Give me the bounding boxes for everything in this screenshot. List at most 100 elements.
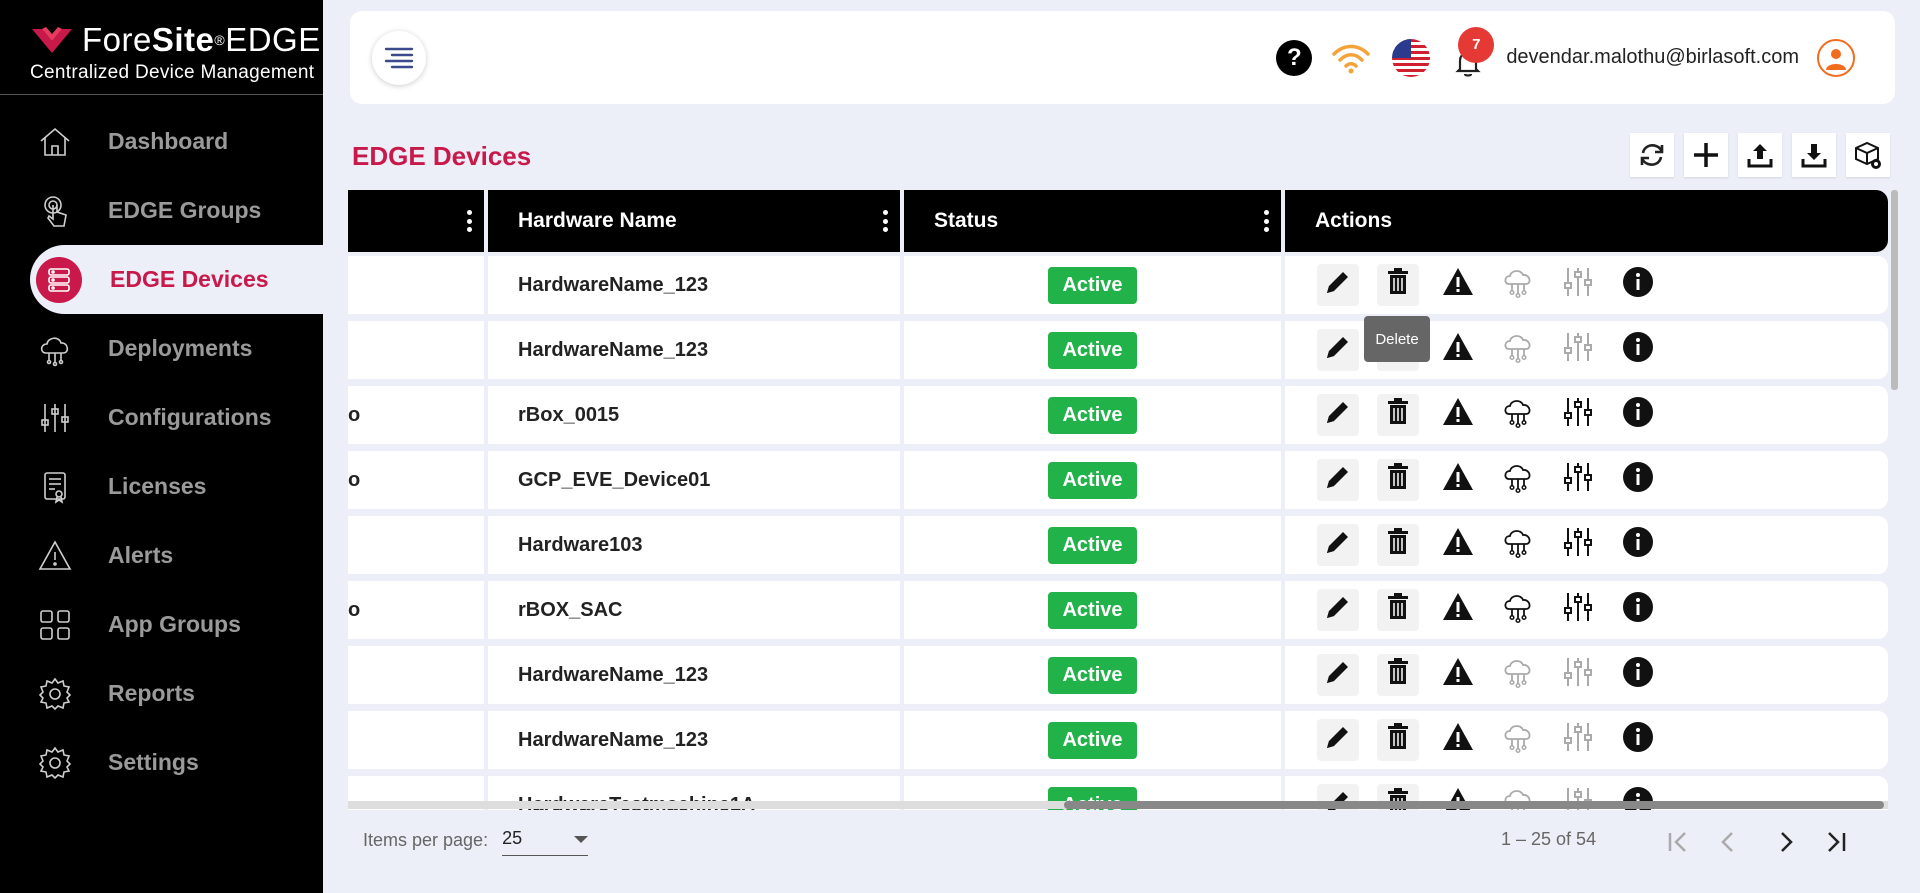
sidebar-item-configurations[interactable]: Configurations (0, 383, 323, 452)
sidebar-item-edge-groups[interactable]: EDGE Groups (0, 176, 323, 245)
delete-button[interactable] (1377, 719, 1419, 761)
sidebar-item-deployments[interactable]: Deployments (0, 314, 323, 383)
us-flag-icon[interactable] (1392, 38, 1431, 77)
table-row[interactable]: o GCP_EVE_Device01 Active (348, 451, 1888, 509)
delete-button[interactable] (1377, 459, 1419, 501)
user-email[interactable]: devendar.malothu@birlasoft.com (1506, 46, 1799, 69)
alerts-button[interactable] (1437, 654, 1479, 696)
deploy-button[interactable] (1497, 459, 1539, 501)
edit-button[interactable] (1317, 524, 1359, 566)
deploy-button[interactable] (1497, 589, 1539, 631)
alerts-button[interactable] (1437, 394, 1479, 436)
alerts-button[interactable] (1437, 264, 1479, 306)
info-button[interactable] (1617, 654, 1659, 696)
info-button[interactable] (1617, 394, 1659, 436)
alerts-button[interactable] (1437, 589, 1479, 631)
sidebar-item-alerts[interactable]: Alerts (0, 521, 323, 590)
edit-button[interactable] (1317, 719, 1359, 761)
delete-button[interactable] (1377, 654, 1419, 696)
help-icon[interactable]: ? (1276, 39, 1313, 76)
table-row[interactable]: Hardware103 Active (348, 516, 1888, 574)
deploy-button[interactable] (1497, 524, 1539, 566)
info-button[interactable] (1617, 589, 1659, 631)
column-menu-icon[interactable] (466, 210, 472, 232)
table-row[interactable]: HardwareName_123 Active (348, 256, 1888, 314)
package-settings-button[interactable] (1846, 133, 1890, 177)
notifications-button[interactable]: 7 (1448, 26, 1495, 79)
configure-button[interactable] (1557, 589, 1599, 631)
sidebar-item-settings[interactable]: Settings (0, 728, 323, 797)
actions-cell (1285, 711, 1888, 769)
alerts-button[interactable] (1437, 459, 1479, 501)
column-header-1[interactable] (348, 190, 484, 252)
deploy-button[interactable] (1497, 654, 1539, 696)
alerts-button[interactable] (1437, 524, 1479, 566)
table-row[interactable]: HardwareName_123 Active (348, 646, 1888, 704)
warning-icon (1441, 590, 1475, 630)
info-button[interactable] (1617, 719, 1659, 761)
edit-button[interactable] (1317, 394, 1359, 436)
delete-button[interactable] (1377, 394, 1419, 436)
configure-button[interactable] (1557, 264, 1599, 306)
configure-button[interactable] (1557, 719, 1599, 761)
column-menu-icon[interactable] (882, 210, 888, 232)
alerts-button[interactable] (1437, 329, 1479, 371)
info-button[interactable] (1617, 329, 1659, 371)
edit-button[interactable] (1317, 589, 1359, 631)
column-header-status[interactable]: Status (904, 190, 1281, 252)
edit-button[interactable] (1317, 654, 1359, 696)
table-row[interactable]: HardwareName_123 Active (348, 711, 1888, 769)
info-button[interactable] (1617, 459, 1659, 501)
delete-button[interactable] (1377, 589, 1419, 631)
last-page-button[interactable] (1818, 824, 1854, 860)
first-page-button[interactable] (1660, 824, 1696, 860)
deploy-button[interactable] (1497, 394, 1539, 436)
upload-button[interactable] (1738, 133, 1782, 177)
edit-button[interactable] (1317, 459, 1359, 501)
info-button[interactable] (1617, 524, 1659, 566)
edit-icon (1321, 395, 1355, 435)
menu-icon (384, 47, 414, 69)
info-button[interactable] (1617, 264, 1659, 306)
info-icon (1621, 395, 1655, 435)
delete-button[interactable] (1377, 524, 1419, 566)
user-avatar[interactable] (1817, 38, 1855, 77)
refresh-button[interactable] (1630, 133, 1674, 177)
delete-button[interactable] (1377, 264, 1419, 306)
alerts-button[interactable] (1437, 719, 1479, 761)
column-header-hardware-name[interactable]: Hardware Name (488, 190, 900, 252)
next-page-button[interactable] (1768, 824, 1804, 860)
deploy-button[interactable] (1497, 719, 1539, 761)
table-row[interactable]: HardwareName_123 Active (348, 321, 1888, 379)
sidebar-item-licenses[interactable]: Licenses (0, 452, 323, 521)
configure-button[interactable] (1557, 459, 1599, 501)
deploy-button[interactable] (1497, 329, 1539, 371)
sidebar-item-dashboard[interactable]: Dashboard (0, 107, 323, 176)
configure-button[interactable] (1557, 654, 1599, 696)
sidebar-item-reports[interactable]: Reports (0, 659, 323, 728)
sidebar-item-app-groups[interactable]: App Groups (0, 590, 323, 659)
sidebar-item-label: Reports (108, 680, 195, 706)
notification-count-badge: 7 (1458, 26, 1495, 63)
configure-button[interactable] (1557, 394, 1599, 436)
menu-toggle-button[interactable] (372, 31, 426, 85)
table-row[interactable]: o rBOX_SAC Active (348, 581, 1888, 639)
edit-button[interactable] (1317, 329, 1359, 371)
add-button[interactable] (1684, 133, 1728, 177)
cloud-deploy-icon (1501, 460, 1535, 500)
vertical-scrollbar[interactable] (1891, 190, 1898, 390)
sidebar-item-edge-devices[interactable]: EDGE Devices (30, 245, 323, 314)
items-per-page-select[interactable]: 25 (502, 824, 589, 856)
column-menu-icon[interactable] (1263, 210, 1269, 232)
sliders-icon (1561, 525, 1595, 565)
deploy-button[interactable] (1497, 264, 1539, 306)
edit-button[interactable] (1317, 264, 1359, 306)
download-button[interactable] (1792, 133, 1836, 177)
page-title: EDGE Devices (352, 141, 532, 171)
horizontal-scrollbar-thumb[interactable] (1064, 801, 1884, 809)
previous-page-button[interactable] (1710, 824, 1746, 860)
table-row[interactable]: o rBox_0015 Active (348, 386, 1888, 444)
horizontal-scrollbar[interactable] (348, 801, 1888, 809)
configure-button[interactable] (1557, 329, 1599, 371)
configure-button[interactable] (1557, 524, 1599, 566)
